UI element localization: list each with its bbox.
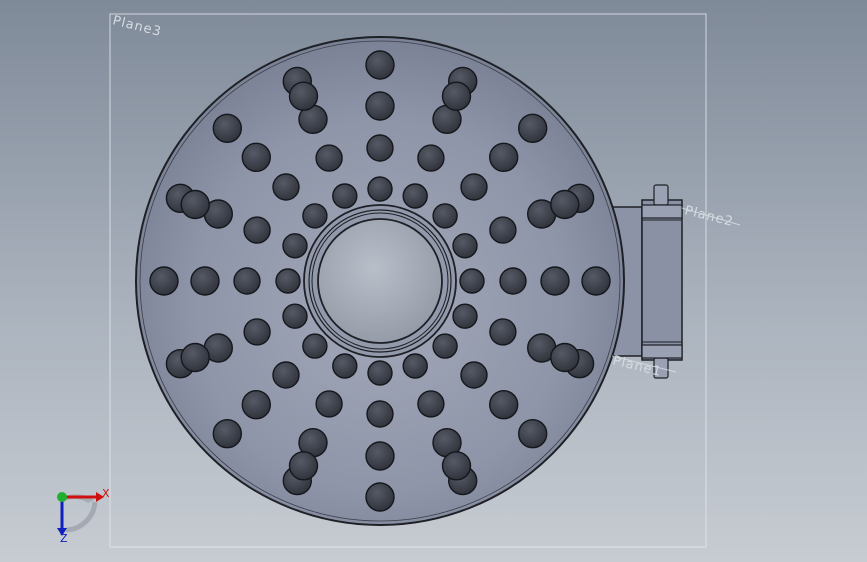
perforation-hole[interactable] bbox=[212, 113, 243, 144]
perforation-hole[interactable] bbox=[272, 361, 300, 389]
perforation-hole[interactable] bbox=[212, 419, 243, 449]
plane3-label[interactable]: Plane3 bbox=[111, 13, 163, 40]
perforation-hole[interactable] bbox=[282, 233, 308, 259]
perforation-hole[interactable] bbox=[550, 189, 580, 220]
perforation-hole[interactable] bbox=[332, 183, 358, 209]
perforation-hole[interactable] bbox=[272, 173, 300, 201]
perforation-hole[interactable] bbox=[581, 266, 611, 296]
perforation-hole[interactable] bbox=[275, 268, 301, 294]
central-hub[interactable] bbox=[303, 204, 457, 358]
perforation-hole[interactable] bbox=[180, 342, 210, 373]
perforation-hole[interactable] bbox=[402, 183, 428, 209]
perforation-hole[interactable] bbox=[540, 266, 570, 296]
graphics-viewport[interactable]: Plane3 Plane2 Plane1 X Z bbox=[0, 0, 867, 562]
perforation-hole[interactable] bbox=[432, 333, 458, 359]
perforation-hole[interactable] bbox=[460, 173, 488, 201]
perforation-hole[interactable] bbox=[518, 419, 548, 449]
perforation-hole[interactable] bbox=[366, 134, 394, 162]
perforation-hole[interactable] bbox=[366, 400, 394, 428]
perforation-hole[interactable] bbox=[402, 353, 428, 379]
perforation-hole[interactable] bbox=[241, 142, 271, 173]
perforation-hole[interactable] bbox=[489, 216, 517, 244]
perforation-hole[interactable] bbox=[302, 333, 328, 359]
perforation-hole[interactable] bbox=[365, 50, 395, 80]
perforation-hole[interactable] bbox=[441, 451, 472, 481]
perforation-hole[interactable] bbox=[149, 266, 179, 296]
perforation-hole[interactable] bbox=[441, 81, 472, 111]
perforation-hole[interactable] bbox=[367, 360, 393, 386]
perforation-hole[interactable] bbox=[417, 144, 445, 172]
perforation-hole[interactable] bbox=[365, 91, 395, 121]
reference-triad-icon[interactable]: X Z bbox=[57, 487, 110, 545]
perforation-hole[interactable] bbox=[550, 342, 580, 373]
plane2-label[interactable]: Plane2 bbox=[683, 203, 735, 230]
perforation-hole[interactable] bbox=[460, 361, 488, 389]
perforation-hole[interactable] bbox=[288, 81, 319, 111]
perforation-hole[interactable] bbox=[432, 203, 458, 229]
triad-z-label: Z bbox=[60, 532, 68, 545]
perforation-hole[interactable] bbox=[282, 303, 308, 329]
perforation-hole[interactable] bbox=[190, 266, 220, 296]
perforation-hole[interactable] bbox=[233, 267, 261, 295]
perforation-hole[interactable] bbox=[489, 142, 519, 173]
perforation-hole[interactable] bbox=[367, 176, 393, 202]
perforation-hole[interactable] bbox=[288, 451, 319, 481]
perforation-hole[interactable] bbox=[459, 268, 485, 294]
perforation-hole[interactable] bbox=[302, 203, 328, 229]
perforation-hole[interactable] bbox=[452, 233, 478, 259]
perforation-hole[interactable] bbox=[241, 390, 271, 420]
perforation-hole[interactable] bbox=[243, 318, 271, 346]
perforation-hole[interactable] bbox=[489, 390, 519, 420]
perforation-hole[interactable] bbox=[365, 441, 395, 471]
perforation-hole[interactable] bbox=[315, 144, 343, 172]
central-bore[interactable] bbox=[317, 218, 443, 344]
perforation-hole[interactable] bbox=[180, 189, 210, 220]
perforation-hole[interactable] bbox=[365, 482, 395, 512]
perforation-hole[interactable] bbox=[489, 318, 517, 346]
perforation-hole[interactable] bbox=[417, 390, 445, 418]
perforation-hole[interactable] bbox=[243, 216, 271, 244]
perforation-hole[interactable] bbox=[315, 390, 343, 418]
triad-x-label: X bbox=[102, 487, 110, 500]
perforation-hole[interactable] bbox=[332, 353, 358, 379]
perforation-hole[interactable] bbox=[499, 267, 527, 295]
perforation-hole[interactable] bbox=[452, 303, 478, 329]
perforation-hole[interactable] bbox=[518, 113, 548, 144]
